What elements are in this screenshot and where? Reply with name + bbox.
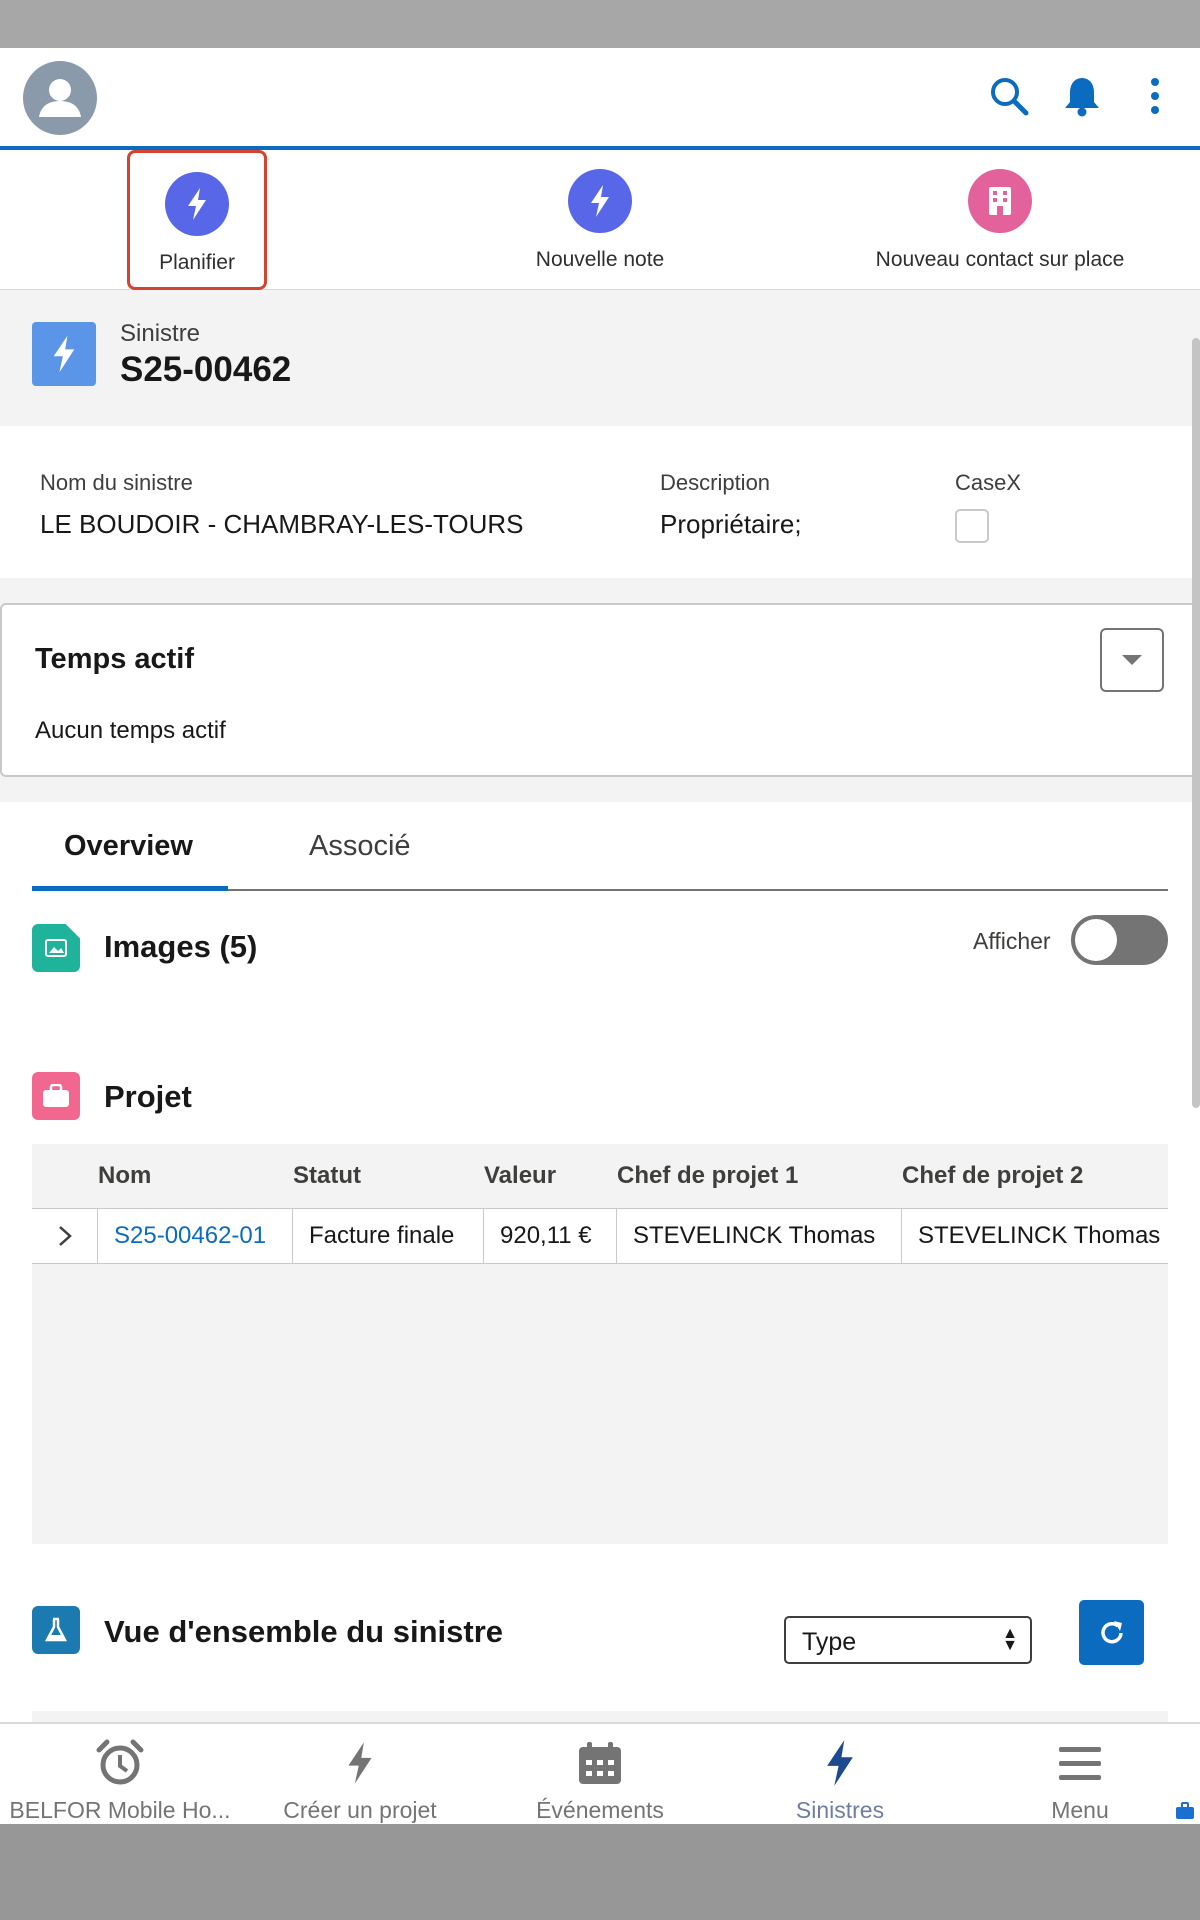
temps-actif-card: Temps actif Aucun temps actif	[0, 603, 1198, 777]
description-label: Description	[660, 470, 771, 495]
image-file-icon	[32, 924, 80, 972]
nouvelle-note-label: Nouvelle note	[535, 248, 665, 271]
nouveau-contact-label: Nouveau contact sur place	[875, 248, 1125, 271]
chevron-down-icon	[1122, 655, 1142, 665]
afficher-toggle[interactable]	[1071, 915, 1168, 965]
record-type: Sinistre	[120, 320, 201, 347]
nav-label: Créer un projet	[283, 1797, 437, 1823]
app-screen: Planifier Nouvelle note Nouveau contact …	[0, 48, 1200, 1824]
nav-menu[interactable]: Menu	[960, 1724, 1200, 1826]
table-row: S25-00462-01 Facture finale 920,11 € STE…	[32, 1208, 1168, 1264]
nom-du-sinistre-value: LE BOUDOIR - CHAMBRAY-LES-TOURS	[40, 509, 524, 539]
tab-associe[interactable]: Associé	[309, 830, 411, 863]
lightning-icon	[568, 169, 632, 233]
nav-evenements[interactable]: Événements	[480, 1724, 720, 1826]
system-bottom-bar	[0, 1824, 1200, 1920]
bottom-navigation: BELFOR Mobile Ho... Créer un projet Évén…	[0, 1722, 1200, 1824]
search-icon[interactable]	[985, 72, 1033, 120]
record-fields: Nom du sinistre LE BOUDOIR - CHAMBRAY-LE…	[0, 426, 1200, 578]
lightning-icon	[165, 172, 229, 236]
projet-nom-link[interactable]: S25-00462-01	[98, 1209, 293, 1263]
images-title: Images (5)	[104, 929, 258, 964]
refresh-button[interactable]	[1079, 1600, 1144, 1665]
nav-label: BELFOR Mobile Ho...	[9, 1797, 231, 1823]
afficher-label: Afficher	[973, 928, 1051, 954]
projet-statut: Facture finale	[293, 1209, 484, 1263]
vue-ensemble-title: Vue d'ensemble du sinistre	[104, 1614, 504, 1649]
top-header	[0, 48, 1200, 150]
description-value: Propriétaire;	[660, 509, 802, 539]
nom-du-sinistre-label: Nom du sinistre	[40, 470, 193, 495]
col-chef-de-projet-1[interactable]: Chef de projet 1	[617, 1144, 798, 1208]
main-panel: Overview Associé Images (5) Afficher Pro…	[0, 802, 1200, 1824]
type-filter-value: Type	[802, 1628, 857, 1656]
bell-icon[interactable]	[1058, 72, 1106, 120]
nav-sinistres[interactable]: Sinistres	[720, 1724, 960, 1826]
nav-label: Sinistres	[795, 1797, 885, 1823]
sort-arrows-icon: ▲ ▼	[1002, 1625, 1018, 1654]
tab-overview[interactable]: Overview	[64, 830, 193, 863]
alarm-clock-icon	[94, 1738, 146, 1788]
expand-row-button[interactable]	[32, 1209, 98, 1263]
refresh-icon	[1100, 1620, 1123, 1643]
col-statut[interactable]: Statut	[293, 1144, 361, 1208]
building-icon	[968, 169, 1032, 233]
nouveau-contact-action[interactable]: Nouveau contact sur place	[850, 150, 1150, 290]
col-nom[interactable]: Nom	[98, 1144, 151, 1208]
menu-icon	[1054, 1738, 1106, 1788]
briefcase-icon	[32, 1072, 80, 1120]
projet-table: Nom Statut Valeur Chef de projet 1 Chef …	[32, 1144, 1168, 1544]
nav-creer-un-projet[interactable]: Créer un projet	[240, 1724, 480, 1826]
nav-label: Événements	[536, 1797, 664, 1823]
nav-belfor-mobile-home[interactable]: BELFOR Mobile Ho...	[0, 1724, 240, 1826]
projet-title: Projet	[104, 1079, 192, 1114]
flask-icon	[32, 1606, 80, 1654]
record-header: Sinistre S25-00462	[0, 290, 1200, 426]
planifier-label: Planifier	[159, 251, 235, 274]
casex-label: CaseX	[955, 470, 1022, 495]
projet-chef-2: STEVELINCK Thomas	[918, 1222, 1161, 1249]
projet-valeur: 920,11 €	[484, 1209, 617, 1263]
tab-bar: Overview Associé	[32, 802, 1168, 891]
projet-table-header: Nom Statut Valeur Chef de projet 1 Chef …	[32, 1144, 1168, 1208]
avatar[interactable]	[23, 61, 97, 135]
nav-label: Menu	[1051, 1797, 1109, 1823]
lightning-icon	[32, 322, 96, 386]
col-chef-de-projet-2[interactable]: Chef de projet 2	[902, 1144, 1083, 1208]
scrollbar[interactable]	[1192, 338, 1200, 1108]
lightning-icon	[334, 1738, 386, 1788]
temps-actif-dropdown-button[interactable]	[1100, 628, 1164, 692]
temps-actif-title: Temps actif	[35, 643, 195, 675]
lightning-icon	[814, 1738, 866, 1788]
nouvelle-note-action[interactable]: Nouvelle note	[480, 150, 720, 290]
toggle-knob	[1075, 919, 1117, 961]
col-valeur[interactable]: Valeur	[484, 1144, 556, 1208]
chevron-right-icon	[58, 1226, 72, 1246]
calendar-icon	[574, 1738, 626, 1788]
casex-checkbox[interactable]	[955, 509, 989, 543]
more-options-icon[interactable]	[1131, 72, 1179, 120]
temps-actif-empty: Aucun temps actif	[35, 717, 226, 744]
type-filter-select[interactable]: Type ▲ ▼	[784, 1616, 1032, 1664]
active-tab-indicator	[32, 886, 228, 891]
planifier-action[interactable]: Planifier	[127, 150, 267, 290]
user-icon	[39, 79, 81, 117]
projet-chef-1: STEVELINCK Thomas	[617, 1209, 902, 1263]
record-name: S25-00462	[120, 350, 292, 389]
quick-actions-bar: Planifier Nouvelle note Nouveau contact …	[0, 150, 1200, 290]
briefcase-badge-icon	[1175, 1802, 1195, 1820]
